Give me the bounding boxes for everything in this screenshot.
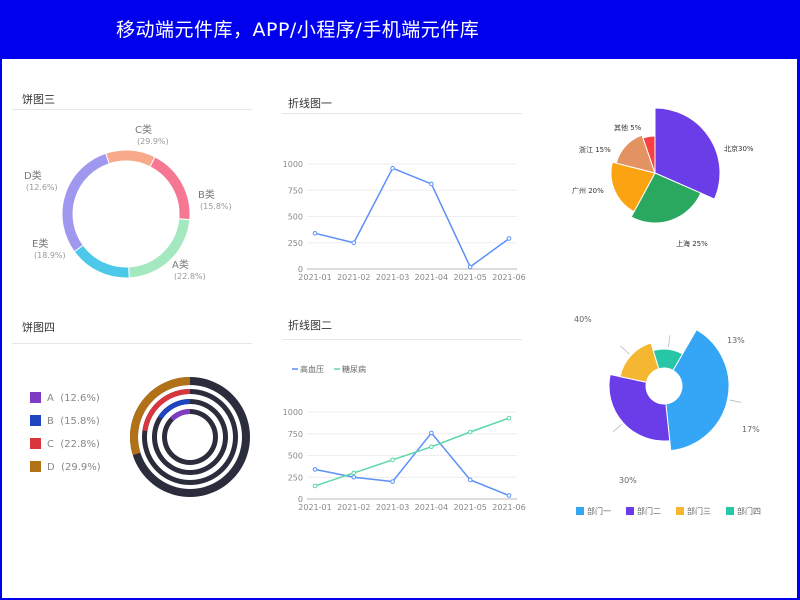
header-title: 移动端元件库，APP/小程序/手机端元件库	[116, 19, 480, 41]
x-tick-label: 2021-06	[492, 273, 525, 282]
legend-swatch	[676, 507, 684, 515]
series-line	[314, 431, 510, 497]
x-tick-label: 2021-02	[337, 273, 370, 282]
legend-swatch	[726, 507, 734, 515]
x-tick-label: 2021-04	[415, 503, 448, 512]
pie3-label: C类	[135, 123, 152, 136]
leader-line	[612, 423, 622, 433]
y-tick-label: 500	[288, 213, 303, 222]
dept-pct-label: 30%	[619, 476, 637, 485]
clip-mask	[252, 359, 280, 509]
dept-pct-label: 40%	[574, 315, 592, 324]
rose-label: 北京30%	[724, 144, 754, 153]
x-tick-label: 2021-01	[298, 273, 331, 282]
rose-label: 上海 25%	[676, 239, 708, 248]
data-point	[429, 181, 434, 187]
app-frame: 移动端元件库，APP/小程序/手机端元件库 饼图三 折线图一 饼图四 折线图二 …	[0, 0, 800, 600]
pie3-slice-B类	[73, 244, 130, 279]
legend-label: 部门二	[637, 506, 661, 516]
data-point	[467, 429, 473, 435]
pie3-pct-label: (15.8%)	[200, 202, 232, 211]
legend-label: 部门一	[587, 506, 611, 516]
dept-slice	[619, 342, 660, 383]
y-tick-label: 750	[288, 186, 303, 195]
y-tick-label: 250	[288, 473, 303, 482]
series-line	[314, 167, 510, 269]
x-tick-label: 2021-06	[492, 503, 525, 512]
pie3-label: D类	[24, 169, 42, 182]
pie3-pct-label: (18.9%)	[34, 251, 66, 260]
legend-label: 部门三	[687, 506, 711, 516]
pie3-pct-label: (12.6%)	[26, 183, 58, 192]
data-point	[506, 236, 512, 241]
x-tick-label: 2021-05	[453, 273, 486, 282]
content-canvas: 饼图三 折线图一 饼图四 折线图二 A (12.6%) B (15.8%) C …	[2, 59, 797, 598]
data-point	[467, 264, 473, 270]
pie3-slice-E类	[149, 156, 191, 221]
data-point	[312, 231, 318, 236]
data-point	[351, 474, 357, 480]
data-point	[506, 493, 512, 498]
legend-swatch	[626, 507, 634, 515]
dept-pct-label: 17%	[742, 425, 760, 434]
rose-label: 其他 5%	[614, 123, 642, 132]
x-tick-label: 2021-01	[298, 503, 331, 512]
y-tick-label: 1000	[283, 160, 303, 169]
pie3-slice-C类	[61, 152, 110, 253]
data-point	[351, 470, 357, 476]
legend-label: 部门四	[737, 506, 761, 516]
pie3-pct-label: (22.8%)	[174, 272, 206, 281]
rose-label: 浙江 15%	[579, 145, 611, 154]
x-tick-label: 2021-04	[415, 273, 448, 282]
legend-label: 高血压	[300, 364, 324, 374]
pie3-slice-D类	[105, 149, 156, 168]
series-line	[314, 417, 510, 487]
pie3-label: A类	[172, 258, 189, 271]
y-tick-label: 750	[288, 430, 303, 439]
leader-line	[668, 335, 671, 348]
data-point	[467, 477, 473, 483]
pie3-pct-label: (29.9%)	[137, 137, 169, 146]
y-tick-label: 1000	[283, 408, 303, 417]
data-point	[312, 483, 318, 489]
leader-line	[729, 399, 742, 403]
data-point	[312, 467, 318, 472]
dept-pct-label: 13%	[727, 336, 745, 345]
data-point	[390, 479, 395, 484]
data-point	[429, 444, 434, 450]
data-point	[506, 415, 512, 421]
x-tick-label: 2021-05	[453, 503, 486, 512]
data-point	[429, 430, 434, 436]
header-bar: 移动端元件库，APP/小程序/手机端元件库	[0, 0, 800, 58]
legend-label: 糖尿病	[342, 364, 366, 374]
leader-line	[620, 345, 630, 355]
x-tick-label: 2021-03	[376, 273, 409, 282]
y-tick-label: 500	[288, 452, 303, 461]
ring-value-A	[170, 409, 190, 421]
y-tick-label: 250	[288, 239, 303, 248]
charts-canvas: A类(22.8%) B类(15.8%) C类(29.9%) D类(12.6%) E类(1…	[24, 107, 761, 516]
x-tick-label: 2021-02	[337, 503, 370, 512]
pie3-label: E类	[32, 237, 48, 250]
data-point	[390, 457, 395, 463]
rose-label: 广州 20%	[572, 186, 604, 195]
x-tick-label: 2021-03	[376, 503, 409, 512]
dept-slice	[665, 329, 730, 452]
dept-slice	[608, 373, 671, 442]
pie3-label: B类	[198, 188, 215, 201]
data-point	[351, 240, 357, 246]
data-point	[390, 165, 395, 171]
legend-swatch	[576, 507, 584, 515]
